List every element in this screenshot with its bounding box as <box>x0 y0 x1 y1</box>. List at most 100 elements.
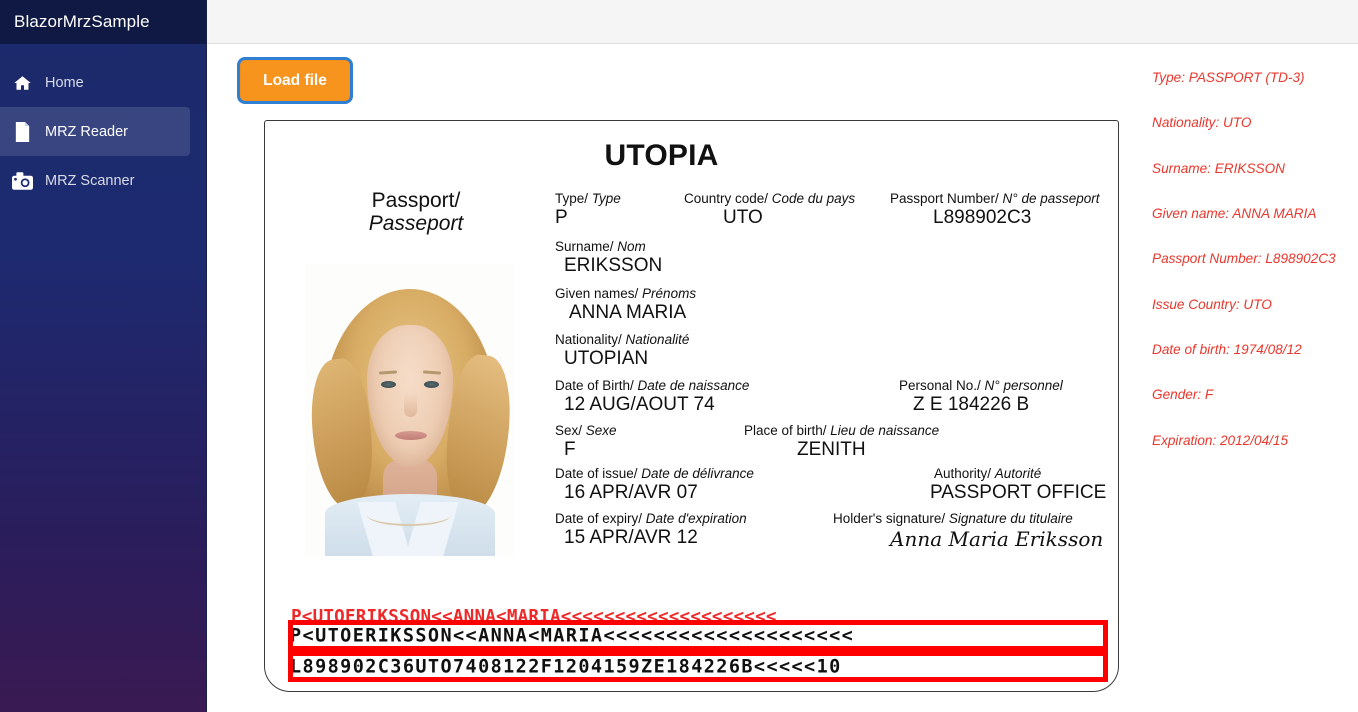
photo-necklace <box>367 504 451 526</box>
camera-icon <box>9 170 35 192</box>
field-date-of-birth-value: 12 AUG/AOUT 74 <box>564 394 715 415</box>
field-place-of-birth: Place of birth/ Lieu de naissance ZENITH <box>744 423 939 461</box>
field-surname-value: ERIKSSON <box>564 255 663 276</box>
field-passport-number-label-fr: N° de passeport <box>1002 191 1100 206</box>
result-nationality: Nationality: UTO <box>1152 115 1252 131</box>
field-signature-label-fr: Signature du titulaire <box>948 511 1073 526</box>
sidebar-item-home-label: Home <box>45 74 84 91</box>
field-surname-label-en: Surname/ <box>555 239 618 254</box>
sidebar-item-home[interactable]: Home <box>0 58 190 107</box>
document-icon <box>9 121 35 143</box>
field-holder-signature-label: Holder's signature/ Signature du titulai… <box>833 511 1103 526</box>
field-sex: Sex/ Sexe F <box>555 423 617 461</box>
field-date-of-expiry-value: 15 APR/AVR 12 <box>564 527 698 548</box>
field-date-of-expiry: Date of expiry/ Date d'expiration 15 APR… <box>555 511 747 549</box>
field-date-of-birth: Date of Birth/ Date de naissance 12 AUG/… <box>555 378 749 416</box>
field-personal-no: Personal No./ N° personnel Z E 184226 B <box>890 378 1063 416</box>
field-nationality-label-fr: Nationalité <box>625 332 690 347</box>
result-type: Type: PASSPORT (TD-3) <box>1152 70 1305 85</box>
field-sex-label: Sex/ Sexe <box>555 423 617 438</box>
field-authority-label-en: Authority/ <box>934 466 995 481</box>
main-area: Load file UTOPIA Passport/ Passeport Typ… <box>207 0 1358 712</box>
field-country-code-label-en: Country code/ <box>684 191 772 206</box>
brand-header: BlazorMrzSample <box>0 0 206 44</box>
mrz-detected-line-2: L898902C36UTO7408122F1204159ZE184226B<<<… <box>290 656 842 677</box>
field-nationality-label: Nationality/ Nationalité <box>555 332 689 347</box>
sidebar-item-mrz-reader[interactable]: MRZ Reader <box>0 107 190 156</box>
result-expiration: Expiration: 2012/04/15 <box>1152 432 1289 448</box>
field-date-of-birth-label: Date of Birth/ Date de naissance <box>555 378 749 393</box>
field-holder-signature: Holder's signature/ Signature du titulai… <box>833 511 1103 551</box>
field-place-of-birth-value: ZENITH <box>797 439 866 460</box>
mrz-detected-line-1: P<UTOERIKSSON<<ANNA<MARIA<<<<<<<<<<<<<<<… <box>290 625 855 646</box>
field-given-names-value: ANNA MARIA <box>569 302 687 323</box>
field-pob-label-en: Place of birth/ <box>744 423 831 438</box>
result-surname: Surname: ERIKSSON <box>1152 160 1285 176</box>
mrz-zone: P<UTOERIKSSON<<ANNA<MARIA<<<<<<<<<<<<<<<… <box>283 607 1113 687</box>
field-country-code: Country code/ Code du pays UTO <box>684 191 855 229</box>
field-surname-label: Surname/ Nom <box>555 239 662 254</box>
field-surname-label-fr: Nom <box>617 239 646 254</box>
field-expiry-label-en: Date of expiry/ <box>555 511 646 526</box>
home-icon <box>9 72 35 94</box>
passport-doc-label-en: Passport/ <box>371 189 461 212</box>
photo-nose <box>404 393 417 417</box>
mrz-detected-box-2: L898902C36UTO7408122F1204159ZE184226B<<<… <box>288 651 1108 682</box>
photo-mouth <box>395 431 427 440</box>
content-area: Load file UTOPIA Passport/ Passeport Typ… <box>207 44 1358 712</box>
field-sex-label-fr: Sexe <box>585 423 617 438</box>
field-authority: Authority/ Autorité PASSPORT OFFICE <box>890 466 1106 504</box>
sidebar: BlazorMrzSample Home MRZ Reader MRZ Scan… <box>0 0 207 712</box>
passport-document: UTOPIA Passport/ Passeport Type/ Type P … <box>264 120 1119 692</box>
load-file-button[interactable]: Load file <box>240 60 350 101</box>
field-date-of-expiry-label: Date of expiry/ Date d'expiration <box>555 511 747 526</box>
passport-doc-label: Passport/ Passeport <box>285 189 547 235</box>
photo-eye-left <box>381 381 396 388</box>
passport-doc-label-fr: Passeport <box>368 212 464 236</box>
field-nationality-label-en: Nationality/ <box>555 332 626 347</box>
mrz-results-panel: Type: PASSPORT (TD-3) Nationality: UTO S… <box>1152 70 1358 478</box>
sidebar-item-mrz-scanner[interactable]: MRZ Scanner <box>0 156 190 205</box>
field-personal-no-label: Personal No./ N° personnel <box>890 378 1063 393</box>
sidebar-item-mrz-reader-label: MRZ Reader <box>45 123 128 140</box>
field-personal-no-value: Z E 184226 B <box>913 394 1030 415</box>
field-personal-no-label-en: Personal No./ <box>899 378 985 393</box>
passport-country-title: UTOPIA <box>265 139 1118 173</box>
field-authority-label: Authority/ Autorité <box>890 466 1106 481</box>
field-given-names-label: Given names/ Prénoms <box>555 286 696 301</box>
sidebar-item-mrz-scanner-label: MRZ Scanner <box>45 172 135 189</box>
result-gender: Gender: F <box>1152 387 1214 403</box>
mrz-detected-box-1: P<UTOERIKSSON<<ANNA<MARIA<<<<<<<<<<<<<<<… <box>288 620 1108 651</box>
field-country-code-value: UTO <box>723 207 763 228</box>
field-dob-label-fr: Date de naissance <box>637 378 750 393</box>
field-date-of-issue: Date of issue/ Date de délivrance 16 APR… <box>555 466 754 504</box>
field-type-label: Type/ Type <box>555 191 621 206</box>
field-surname: Surname/ Nom ERIKSSON <box>555 239 662 277</box>
field-signature-label-en: Holder's signature/ <box>833 511 949 526</box>
result-passport-number: Passport Number: L898902C3 <box>1152 251 1336 267</box>
field-pob-label-fr: Lieu de naissance <box>830 423 940 438</box>
field-type-value: P <box>555 207 568 228</box>
app-title: BlazorMrzSample <box>14 12 150 31</box>
passport-country-title-text: UTOPIA <box>604 139 719 172</box>
sidebar-nav: Home MRZ Reader MRZ Scanner <box>0 44 206 205</box>
field-country-code-label-fr: Code du pays <box>771 191 856 206</box>
top-bar <box>207 0 1358 44</box>
field-expiry-label-fr: Date d'expiration <box>645 511 747 526</box>
field-nationality-value: UTOPIAN <box>564 348 649 369</box>
app-root: BlazorMrzSample Home MRZ Reader MRZ Scan… <box>0 0 1358 712</box>
field-given-names: Given names/ Prénoms ANNA MARIA <box>555 286 696 324</box>
result-given-name: Given name: ANNA MARIA <box>1152 205 1317 221</box>
result-issue-country: Issue Country: UTO <box>1152 296 1272 312</box>
photo-eye-right <box>424 381 439 388</box>
field-passport-number: Passport Number/ N° de passeport L898902… <box>890 191 1100 229</box>
field-nationality: Nationality/ Nationalité UTOPIAN <box>555 332 689 370</box>
field-authority-label-fr: Autorité <box>994 466 1042 481</box>
field-given-names-label-en: Given names/ <box>555 286 643 301</box>
field-passport-number-value: L898902C3 <box>933 207 1032 228</box>
field-issue-label-en: Date of issue/ <box>555 466 642 481</box>
field-sex-label-en: Sex/ <box>555 423 586 438</box>
field-place-of-birth-label: Place of birth/ Lieu de naissance <box>744 423 939 438</box>
field-given-names-label-fr: Prénoms <box>642 286 697 301</box>
field-sex-value: F <box>564 439 576 460</box>
